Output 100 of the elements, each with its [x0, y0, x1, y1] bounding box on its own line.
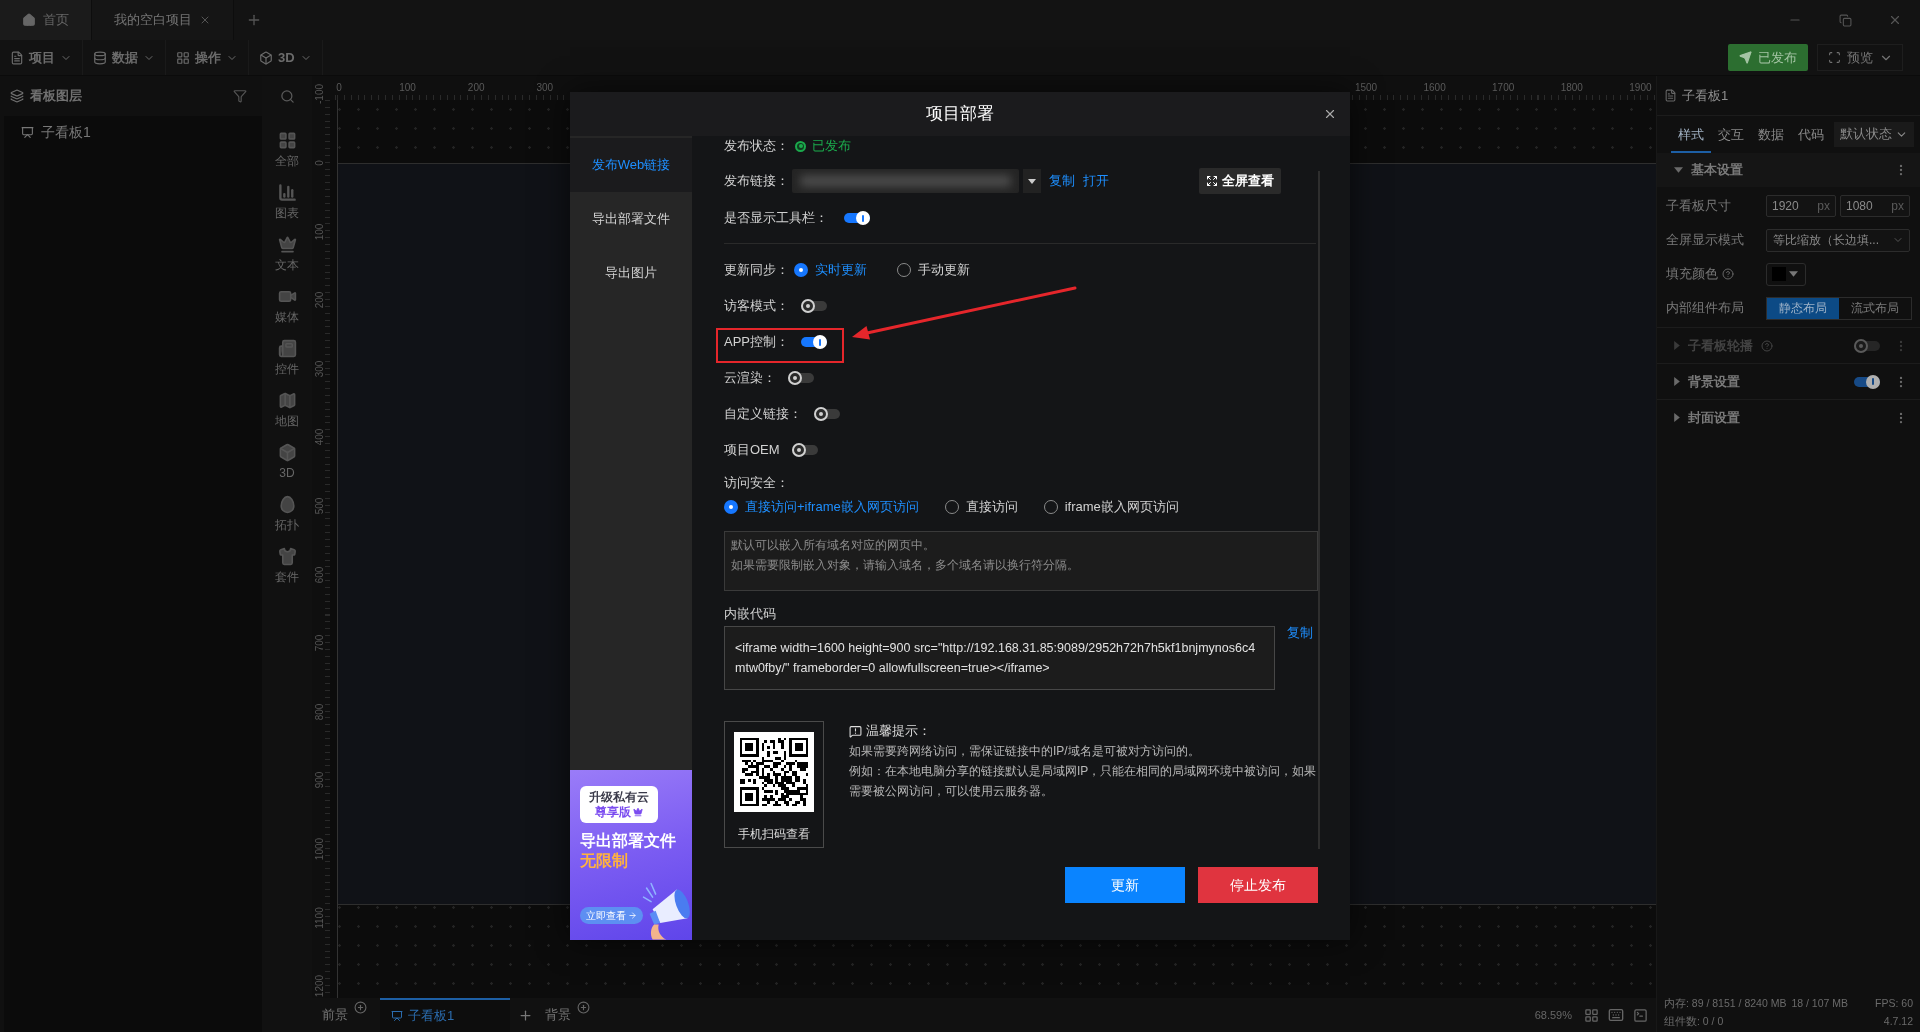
section-header[interactable]: 基本设置 — [1657, 153, 1920, 187]
component-category[interactable]: 套件 — [262, 540, 312, 592]
select-field[interactable]: 等比缩放（长边填... — [1766, 228, 1910, 252]
caret-icon — [1028, 178, 1036, 184]
component-category[interactable]: 控件 — [262, 332, 312, 384]
map-icon — [277, 390, 297, 410]
radio-option[interactable]: iframe嵌入网页访问 — [1043, 497, 1179, 517]
grid-icon — [176, 50, 190, 65]
promo-banner[interactable]: 升级私有云 尊享版 导出部署文件 无限制 立即查看 — [570, 770, 692, 940]
ruler-label: 200 — [315, 291, 325, 309]
component-category[interactable]: 3D — [262, 436, 312, 488]
warning-icon — [849, 724, 862, 738]
ruler-label: 0 — [315, 160, 325, 166]
ruler-label: 1800 — [1560, 82, 1583, 93]
home-icon — [22, 13, 36, 27]
newspaper-icon — [277, 338, 297, 358]
document-icon — [1664, 89, 1677, 102]
keyboard-icon[interactable] — [1608, 1007, 1624, 1023]
memory-usage: 内存: 89 / 8151 / 8240 MB — [1664, 996, 1787, 1011]
ruler-label: 300 — [536, 82, 554, 93]
domain-input[interactable]: 默认可以嵌入所有域名对应的网页中。 如果需要限制嵌入对象，请输入域名，多个域名请以换行符分隔。 — [724, 531, 1318, 591]
number-field[interactable]: 1920 px — [1766, 195, 1836, 217]
plus-icon[interactable] — [518, 1007, 533, 1023]
link-field[interactable] — [792, 169, 1019, 193]
filter-icon[interactable] — [233, 89, 247, 103]
embed-code-field[interactable]: <iframe width=1600 height=900 src="http://192.168.31.85:9089/2952h72h7h5kf1bnjmynos6c4mtw0fby/" frameborder=0 allowfullscreen=true></iframe> — [724, 626, 1275, 690]
toggle-switch[interactable] — [814, 407, 840, 421]
number-field[interactable]: 1080 px — [1840, 195, 1910, 217]
segment-option[interactable]: 流式布局 — [1839, 297, 1911, 319]
radio-option[interactable]: 直接访问+iframe嵌入网页访问 — [724, 497, 919, 517]
radio-option[interactable]: 手动更新 — [897, 260, 970, 280]
field-label: 发布链接： — [724, 172, 789, 191]
dialog-nav-item[interactable]: 导出部署文件 — [570, 192, 692, 246]
field-label: 更新同步： — [724, 261, 789, 280]
dropdown-button[interactable] — [1023, 169, 1041, 193]
section-header[interactable]: 封面设置 — [1657, 399, 1920, 435]
ruler-label: 100 — [399, 82, 416, 93]
component-category[interactable]: 地图 — [262, 384, 312, 436]
panel-tab[interactable]: 交互 — [1711, 116, 1751, 153]
ruler-label: 1500 — [1354, 82, 1378, 93]
fullscreen-view-button[interactable]: 全屏查看 — [1199, 168, 1281, 194]
close-icon[interactable] — [199, 14, 211, 26]
section-header[interactable]: 背景设置 — [1657, 363, 1920, 399]
layer-label: 前景 — [322, 1006, 348, 1025]
copy-link[interactable]: 复制 — [1049, 171, 1075, 191]
toggle-switch[interactable] — [791, 443, 818, 457]
board-tab[interactable]: 子看板1 — [380, 998, 510, 1032]
add-circle-icon[interactable] — [577, 1001, 590, 1014]
toggle-switch[interactable] — [801, 299, 827, 313]
radio-option[interactable]: 实时更新 — [794, 260, 867, 280]
expand-icon — [1206, 175, 1218, 187]
menu-button[interactable]: 3D — [249, 40, 323, 75]
fit-grid-icon[interactable] — [1584, 1007, 1599, 1023]
layer-item[interactable]: 子看板1 — [4, 118, 262, 146]
help-icon[interactable] — [1722, 268, 1734, 280]
promo-highlight: 无限制 — [580, 851, 628, 871]
toggle-switch[interactable] — [801, 335, 827, 349]
color-picker[interactable] — [1766, 262, 1806, 286]
version-label: 4.7.12 — [1883, 1014, 1913, 1029]
field-label: 云渲染： — [724, 369, 776, 388]
dialog-button[interactable]: 停止发布 — [1198, 867, 1318, 903]
radio-option[interactable]: 直接访问 — [944, 497, 1018, 517]
promo-cta-button[interactable]: 立即查看 — [580, 907, 643, 924]
preview-button[interactable]: 预览 — [1817, 44, 1903, 71]
component-category[interactable]: 拓扑 — [262, 488, 312, 540]
component-category[interactable]: 全部 — [262, 124, 312, 176]
component-category[interactable]: 媒体 — [262, 280, 312, 332]
menu-button[interactable]: 数据 — [83, 40, 166, 75]
copy-link[interactable]: 复制 — [1287, 624, 1313, 643]
qr-caption: 手机扫码查看 — [738, 826, 810, 843]
terminal-icon[interactable] — [1633, 1007, 1648, 1023]
menu-button[interactable]: 操作 — [166, 40, 249, 75]
toggle-switch[interactable] — [788, 371, 814, 385]
field-label: 子看板尺寸 — [1666, 197, 1732, 215]
toggle-switch[interactable] — [1854, 374, 1880, 389]
open-link[interactable]: 打开 — [1083, 171, 1109, 191]
crown-icon — [277, 234, 297, 254]
panel-title: 子看板1 — [1682, 86, 1729, 105]
component-category[interactable]: 图表 — [262, 176, 312, 228]
menu-button[interactable]: 项目 — [0, 40, 83, 75]
toggle-switch[interactable] — [844, 211, 870, 225]
close-button[interactable] — [1323, 107, 1337, 121]
window-tab[interactable]: 首页 — [0, 0, 92, 40]
promo-headline: 导出部署文件 — [580, 831, 677, 851]
segment-option[interactable]: 静态布局 — [1767, 297, 1839, 319]
add-circle-icon[interactable] — [354, 1001, 367, 1014]
grid-icon — [277, 130, 297, 150]
state-dropdown[interactable]: 默认状态 — [1834, 122, 1914, 147]
panel-tab[interactable]: 代码 — [1791, 116, 1831, 153]
ruler-label: 500 — [315, 497, 325, 515]
panel-tab[interactable]: 数据 — [1751, 116, 1791, 153]
dialog-button[interactable]: 更新 — [1065, 867, 1185, 903]
close-icon — [1888, 13, 1902, 27]
ruler-label: 300 — [315, 360, 325, 378]
field-label: 访客模式： — [724, 297, 789, 316]
component-category[interactable]: 文本 — [262, 228, 312, 280]
dialog-nav-item[interactable]: 导出图片 — [570, 246, 692, 300]
publish-button[interactable]: 已发布 — [1728, 44, 1808, 71]
board-icon — [391, 1010, 403, 1022]
dialog-nav-item[interactable]: 发布Web链接 — [570, 138, 692, 192]
